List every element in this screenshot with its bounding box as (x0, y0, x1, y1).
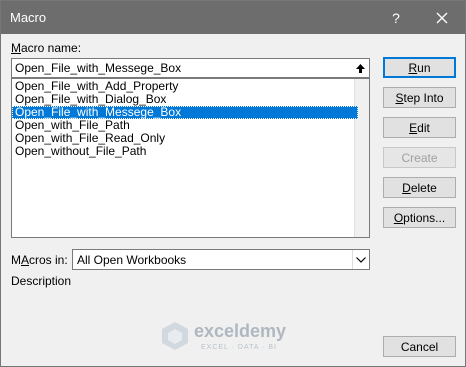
delete-button[interactable]: Delete (383, 177, 456, 198)
edit-button[interactable]: Edit (383, 117, 456, 138)
macro-name-label: Macro name: (11, 41, 82, 55)
macro-name-value: Open_File_with_Messege_Box (15, 61, 182, 75)
macro-name-input[interactable]: Open_File_with_Messege_Box (11, 58, 370, 78)
title-bar: Macro ? (1, 1, 465, 34)
description-label: Description (11, 274, 72, 288)
step-into-button[interactable]: Step Into (383, 87, 456, 108)
help-button[interactable]: ? (373, 1, 419, 34)
close-button[interactable] (419, 1, 465, 34)
upload-arrow-icon (355, 63, 365, 73)
macro-list-item[interactable]: Open_without_File_Path (12, 145, 358, 158)
macro-list[interactable]: Open_File_with_Add_Property Open_File_wit… (11, 78, 370, 238)
create-button: Create (383, 147, 456, 168)
macros-in-label: MAcros in: (11, 253, 68, 267)
macro-dialog: Macro ? Macro name: Open_File_with_Messe… (0, 0, 466, 367)
exceldemy-logo-icon (162, 322, 188, 350)
help-icon: ? (392, 9, 400, 26)
watermark-tagline: EXCEL · DATA · BI (201, 344, 277, 351)
options-button[interactable]: Options... (383, 207, 456, 228)
watermark-name: exceldemy (194, 321, 287, 341)
chevron-down-icon (356, 256, 366, 263)
macros-in-value: All Open Workbooks (77, 253, 187, 267)
window-title: Macro (10, 10, 47, 25)
close-icon (436, 12, 448, 23)
run-button[interactable]: Run (383, 57, 456, 78)
dropdown-button[interactable] (352, 250, 369, 269)
collapse-dialog-button[interactable] (352, 60, 368, 76)
macros-in-select[interactable]: All Open Workbooks (72, 249, 370, 270)
watermark: exceldemy EXCEL · DATA · BI (161, 319, 311, 357)
cancel-button[interactable]: Cancel (383, 336, 456, 357)
